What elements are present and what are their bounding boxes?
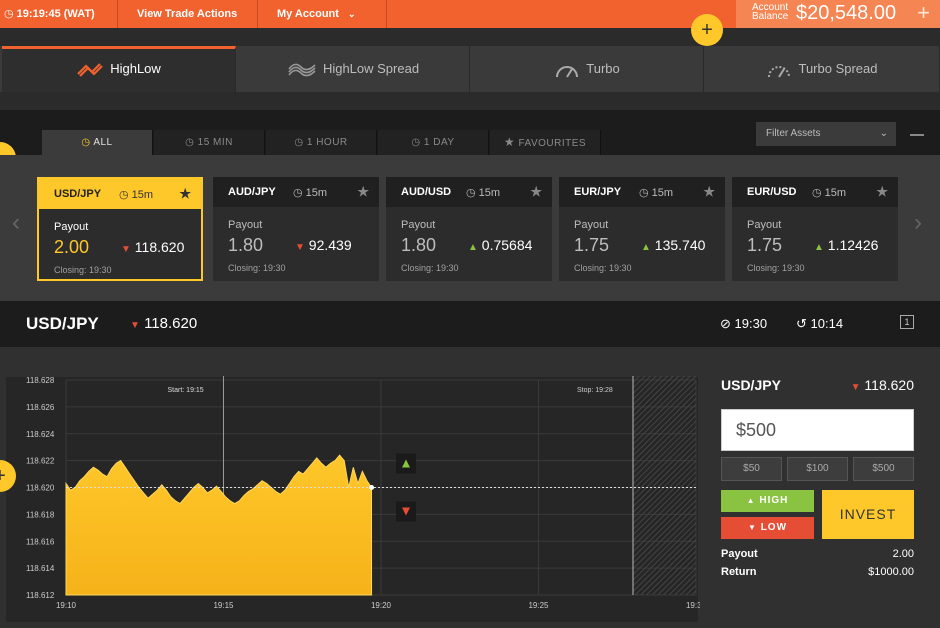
asset-card-usdjpy[interactable]: USD/JPY ◷ 15m ★ Payout 2.00 ▼ 118.620 Cl… (37, 177, 203, 281)
tab-turbo-spread[interactable]: Turbo Spread (705, 46, 940, 92)
asset-card-eurjpy[interactable]: EUR/JPY ◷ 15m ★ Payout 1.75 ▲ 135.740 Cl… (559, 177, 725, 281)
selected-symbol: USD/JPY (26, 314, 99, 333)
highlow-icon (77, 62, 103, 77)
filter-tab-1day[interactable]: ◷ 1 DAY (378, 130, 489, 155)
tab-highlow-spread[interactable]: HighLow Spread (237, 46, 470, 92)
down-arrow-icon: ▼ (130, 320, 140, 331)
expiry-zone (633, 376, 696, 595)
down-arrow-icon: ▼ (295, 242, 305, 253)
x-tick-label: 19:10 (56, 601, 77, 610)
filter-tab-all[interactable]: ◷ ALL (42, 130, 153, 155)
x-tick-label: 19:20 (371, 601, 392, 610)
no-entry-icon: ⊘ (720, 316, 731, 331)
down-arrow-icon: ▼ (747, 523, 757, 532)
clock-icon: ◷ (411, 137, 421, 148)
current-price-dot (369, 485, 375, 490)
y-tick-label: 118.614 (26, 564, 55, 573)
clock-icon: ◷ (812, 187, 822, 199)
start-label: Start: 19:15 (168, 387, 204, 394)
favourite-star-icon[interactable]: ★ (357, 177, 369, 207)
price-chart[interactable]: 118.628 118.626 118.624 118.622 118.620 118.6… (0, 347, 700, 628)
trade-panel: USD/JPY ▼ 118.620 $500 $50 $100 $500 ▲ H… (721, 377, 914, 578)
investment-amount-input[interactable]: $500 (721, 409, 914, 451)
y-tick-label: 118.626 (26, 403, 55, 412)
chevron-down-icon: ⌄ (879, 128, 888, 139)
low-button[interactable]: ▼ LOW (721, 517, 814, 539)
favourite-star-icon[interactable]: ★ (530, 177, 542, 207)
filter-assets-select[interactable]: Filter Assets ⌄ (756, 122, 896, 146)
speedometer-icon (556, 65, 579, 78)
up-arrow-icon: ▲ (641, 242, 651, 253)
tab-turbo[interactable]: Turbo (471, 46, 704, 92)
asset-cards-strip: ‹ › USD/JPY ◷ 15m ★ Payout 2.00 ▼ 118.62… (0, 155, 940, 301)
game-type-tabs: HighLow HighLow Spread Turbo Turbo Sprea… (0, 46, 940, 92)
tab-highlow[interactable]: HighLow (2, 46, 236, 92)
spread-icon (288, 63, 316, 76)
y-tick-label: 118.618 (26, 510, 55, 519)
clock-icon: ◷ (81, 137, 91, 148)
favourite-star-icon[interactable]: ★ (179, 179, 191, 209)
favourite-star-icon[interactable]: ★ (876, 177, 888, 207)
up-arrow-icon: ▲ (468, 242, 478, 253)
clock-icon: ◷ (119, 189, 129, 201)
price-area (65, 454, 373, 596)
top-bar: ◷ 19:19:45 (WAT) View Trade Actions My A… (0, 0, 940, 28)
y-tick-label: 118.622 (26, 457, 55, 466)
clock-icon: ◷ (639, 187, 649, 199)
clock-icon: ◷ (293, 187, 303, 199)
clock-icon: ◷ (294, 137, 304, 148)
asset-card-audusd[interactable]: AUD/USD ◷ 15m ★ Payout 1.80 ▲ 0.75684 Cl… (386, 177, 552, 281)
clock-icon: ◷ (4, 8, 14, 20)
x-tick-label: 19:30 (686, 601, 700, 610)
minimize-icon[interactable] (910, 134, 924, 136)
asset-filter-bar: ◷ ALL ◷ 15 MIN ◷ 1 HOUR ◷ 1 DAY ★ FAVOUR… (0, 110, 940, 155)
x-tick-label: 19:25 (528, 601, 549, 610)
filter-tab-favourites[interactable]: ★ FAVOURITES (490, 130, 601, 155)
stop-label: Stop: 19:28 (577, 387, 613, 394)
quick-amount-500-button[interactable]: $500 (853, 457, 914, 481)
my-account-menu[interactable]: My Account ⌄ (277, 0, 356, 28)
up-arrow-icon: ▲ (814, 242, 824, 253)
y-tick-label: 118.624 (26, 430, 55, 439)
invest-button[interactable]: INVEST (822, 490, 914, 539)
asset-card-eurusd[interactable]: EUR/USD ◷ 15m ★ Payout 1.75 ▲ 1.12426 Cl… (732, 177, 898, 281)
filter-tab-1hour[interactable]: ◷ 1 HOUR (266, 130, 377, 155)
add-plus-icon[interactable]: + (691, 14, 723, 46)
speedometer-dotted-icon (768, 65, 791, 78)
asset-card-audjpy[interactable]: AUD/JPY ◷ 15m ★ Payout 1.80 ▼ 92.439 Clo… (213, 177, 379, 281)
y-tick-label: 118.616 (26, 537, 55, 546)
server-time: ◷ 19:19:45 (WAT) (4, 8, 95, 20)
quick-amount-100-button[interactable]: $100 (787, 457, 848, 481)
chevron-down-icon: ⌄ (348, 9, 356, 19)
high-button[interactable]: ▲ HIGH (721, 490, 814, 512)
selected-asset-bar: USD/JPY ▼ 118.620 ⊘ 19:30 ↺ 10:14 1 (0, 301, 940, 347)
chevron-right-icon[interactable]: › (914, 209, 922, 237)
y-tick-label: 118.612 (26, 591, 55, 600)
up-arrow-icon: ▲ (746, 496, 756, 505)
y-tick-label: 118.628 (26, 376, 55, 385)
y-tick-label: 118.620 (26, 484, 55, 493)
balance-amount: $20,548.00 (796, 2, 897, 24)
x-tick-label: 19:15 (213, 601, 234, 610)
account-balance: Account Balance $20,548.00 + (736, 0, 940, 28)
down-arrow-icon: ▼ (850, 382, 861, 393)
down-arrow-icon: ▼ (121, 244, 131, 255)
add-funds-plus-icon[interactable]: + (917, 0, 930, 26)
quick-amount-50-button[interactable]: $50 (721, 457, 782, 481)
clock-icon: ◷ (466, 187, 476, 199)
view-trade-actions-link[interactable]: View Trade Actions (137, 0, 237, 28)
filter-tab-15min[interactable]: ◷ 15 MIN (154, 130, 265, 155)
chevron-left-icon[interactable]: ‹ (12, 209, 20, 237)
star-icon: ★ (503, 135, 516, 149)
history-icon: ↺ (796, 316, 807, 331)
clock-icon: ◷ (185, 137, 195, 148)
favourite-star-icon[interactable]: ★ (703, 177, 715, 207)
chart-type-icon[interactable]: 1 (900, 315, 914, 329)
panel-symbol: USD/JPY (721, 377, 781, 393)
